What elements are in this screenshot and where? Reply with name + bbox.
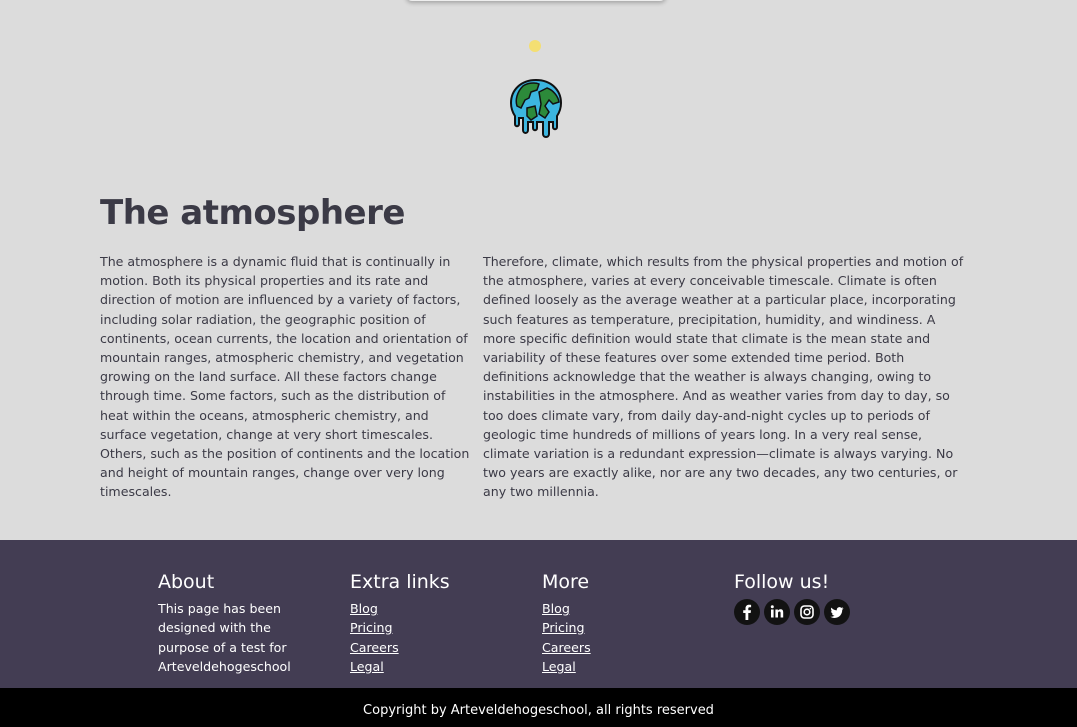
footer-more-link-careers[interactable]: Careers (542, 638, 591, 657)
footer-link-blog[interactable]: Blog (350, 599, 450, 618)
paragraph-left: The atmosphere is a dynamic fluid that i… (100, 254, 470, 500)
footer-extra-links-title: Extra links (350, 571, 450, 593)
social-links (734, 599, 850, 625)
footer-follow: Follow us! (734, 570, 850, 625)
footer-follow-title: Follow us! (734, 571, 830, 593)
sun-dot (529, 40, 541, 52)
footer-more-link-legal[interactable]: Legal (542, 657, 591, 676)
linkedin-icon[interactable] (764, 599, 790, 625)
footer-extra-links: Extra links Blog Pricing Careers Legal (350, 570, 450, 676)
twitter-icon[interactable] (824, 599, 850, 625)
facebook-icon[interactable] (734, 599, 760, 625)
footer-more: More Blog Pricing Careers Legal (542, 570, 591, 676)
footer-link-legal[interactable]: Legal (350, 657, 450, 676)
melting-earth-icon (509, 78, 563, 138)
footer-link-pricing[interactable]: Pricing (350, 618, 450, 637)
top-tab (406, 0, 666, 1)
footer-more-link-blog[interactable]: Blog (542, 599, 591, 618)
footer-link-careers[interactable]: Careers (350, 638, 450, 657)
footer-more-title: More (542, 571, 590, 593)
footer-about-title: About (158, 571, 215, 593)
footer: About This page has been designed with t… (0, 540, 1077, 688)
paragraph-right: Therefore, climate, which results from t… (483, 254, 964, 500)
footer-about: About This page has been designed with t… (158, 570, 318, 676)
instagram-icon[interactable] (794, 599, 820, 625)
page-title: The atmosphere (100, 193, 405, 233)
copyright: Copyright by Arteveldehogeschool, all ri… (0, 688, 1077, 727)
footer-more-link-pricing[interactable]: Pricing (542, 618, 591, 637)
footer-about-text: This page has been designed with the pur… (158, 601, 291, 674)
